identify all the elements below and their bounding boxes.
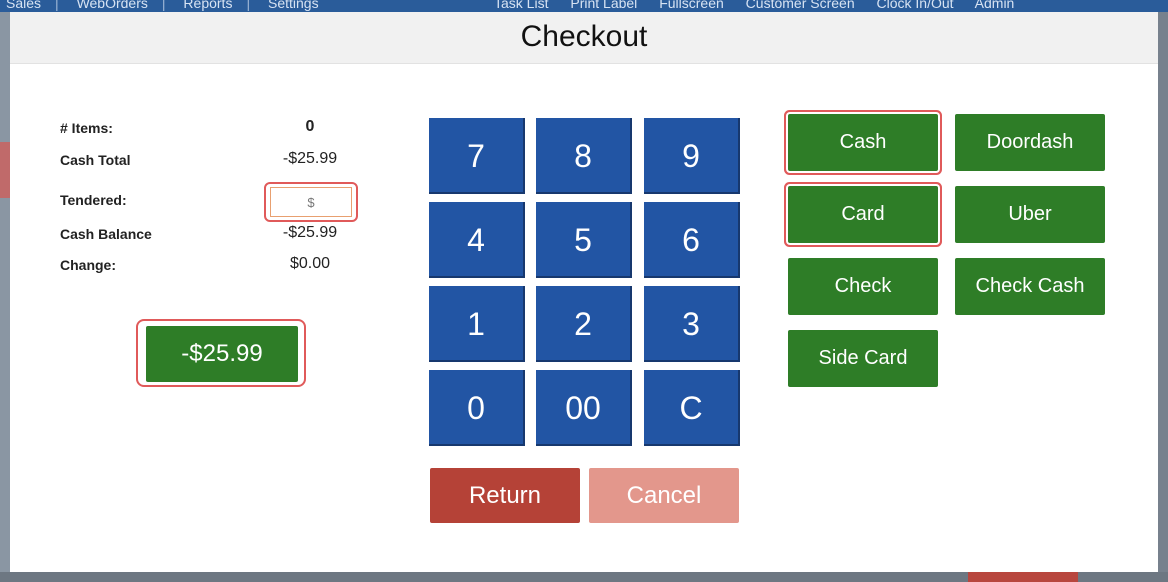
- return-button[interactable]: Return: [430, 468, 580, 523]
- amount-highlight: -$25.99: [136, 319, 306, 387]
- change-label: Change:: [60, 257, 116, 273]
- key-clear[interactable]: C: [644, 370, 740, 446]
- key-9[interactable]: 9: [644, 118, 740, 194]
- modal-header: Checkout: [10, 12, 1158, 64]
- nav-sales: Sales: [6, 0, 42, 11]
- change-row: Change: $0.00: [60, 253, 360, 275]
- amount-button[interactable]: -$25.99: [146, 326, 298, 382]
- cash-total-value: -$25.99: [282, 150, 338, 167]
- uber-button[interactable]: Uber: [955, 186, 1105, 243]
- key-5[interactable]: 5: [536, 202, 632, 278]
- nav-customer-screen: Customer Screen: [745, 0, 855, 11]
- cash-balance-value: -$25.99: [282, 224, 338, 241]
- check-cash-button[interactable]: Check Cash: [955, 258, 1105, 315]
- tendered-highlight: [264, 182, 358, 222]
- nav-print-label: Print Label: [570, 0, 638, 11]
- nav-weborders: WebOrders: [76, 0, 148, 11]
- key-2[interactable]: 2: [536, 286, 632, 362]
- side-card-button[interactable]: Side Card: [788, 330, 938, 387]
- nav-task-list: Task List: [494, 0, 549, 11]
- cash-button[interactable]: Cash: [788, 114, 938, 171]
- change-value: $0.00: [289, 255, 331, 272]
- items-value: 0: [305, 118, 315, 135]
- cancel-button[interactable]: Cancel: [589, 468, 739, 523]
- key-4[interactable]: 4: [429, 202, 525, 278]
- tendered-label: Tendered:: [60, 192, 127, 208]
- items-label: # Items:: [60, 120, 113, 136]
- background-top-navbar: Sales | WebOrders | Reports | Settings Task…: [0, 0, 1168, 12]
- key-8[interactable]: 8: [536, 118, 632, 194]
- key-6[interactable]: 6: [644, 202, 740, 278]
- cash-balance-label: Cash Balance: [60, 226, 152, 242]
- doordash-button[interactable]: Doordash: [955, 114, 1105, 171]
- tendered-row: Tendered:: [60, 182, 360, 222]
- checkout-modal: Checkout # Items: 0 Cash Total -$25.99 T…: [10, 12, 1158, 572]
- cash-total-row: Cash Total -$25.99: [60, 148, 360, 170]
- key-1[interactable]: 1: [429, 286, 525, 362]
- nav-admin: Admin: [974, 0, 1015, 11]
- background-right-strip: [1158, 12, 1168, 582]
- items-row: # Items: 0: [60, 116, 360, 138]
- check-button[interactable]: Check: [788, 258, 938, 315]
- key-0[interactable]: 0: [429, 370, 525, 446]
- modal-title: Checkout: [520, 20, 648, 53]
- nav-reports: Reports: [183, 0, 233, 11]
- card-button[interactable]: Card: [788, 186, 938, 243]
- nav-clock-in-out: Clock In/Out: [876, 0, 954, 11]
- cash-total-label: Cash Total: [60, 152, 131, 168]
- nav-fullscreen: Fullscreen: [659, 0, 724, 11]
- background-left-strip: [0, 12, 10, 582]
- tendered-input[interactable]: [270, 187, 352, 217]
- background-bottom-strip: [0, 572, 1168, 582]
- key-00[interactable]: 00: [536, 370, 632, 446]
- cash-balance-row: Cash Balance -$25.99: [60, 222, 360, 244]
- nav-settings: Settings: [267, 0, 319, 11]
- key-7[interactable]: 7: [429, 118, 525, 194]
- key-3[interactable]: 3: [644, 286, 740, 362]
